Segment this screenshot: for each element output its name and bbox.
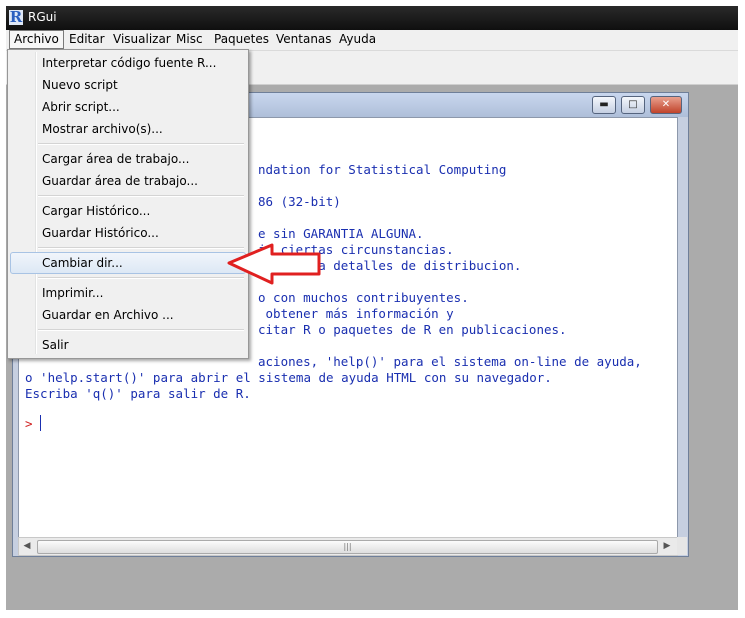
- arrow-shape: [227, 243, 321, 285]
- console-line: o 'help.start()' para abrir el sistema d…: [25, 370, 552, 385]
- menu-item-guardar-area[interactable]: Guardar área de trabajo...: [10, 170, 246, 192]
- menu-paquetes[interactable]: Paquetes: [210, 31, 273, 48]
- menu-ayuda[interactable]: Ayuda: [335, 31, 380, 48]
- menu-separator: [38, 329, 244, 331]
- menu-item-mostrar-archivos[interactable]: Mostrar archivo(s)...: [10, 118, 246, 140]
- console-line: obtener más información y: [258, 306, 454, 321]
- menu-item-abrir-script[interactable]: Abrir script...: [10, 96, 246, 118]
- close-icon[interactable]: ✕: [650, 96, 682, 114]
- menu-misc[interactable]: Misc: [172, 31, 207, 48]
- r-logo-icon: R: [9, 8, 23, 26]
- console-prompt: >: [25, 416, 33, 431]
- maximize-icon[interactable]: □: [621, 96, 645, 114]
- menu-item-cambiar-dir[interactable]: Cambiar dir...: [10, 252, 246, 274]
- window-title: RGui: [28, 10, 57, 24]
- menu-item-cargar-historico[interactable]: Cargar Histórico...: [10, 200, 246, 222]
- console-line: ndation for Statistical Computing: [258, 162, 507, 177]
- menu-item-cargar-area[interactable]: Cargar área de trabajo...: [10, 148, 246, 170]
- menu-item-salir[interactable]: Salir: [10, 334, 246, 356]
- console-line: citar R o paquetes de R en publicaciones…: [258, 322, 567, 337]
- menu-visualizar[interactable]: Visualizar: [109, 31, 175, 48]
- menu-item-nuevo-script[interactable]: Nuevo script: [10, 74, 246, 96]
- console-line: e sin GARANTIA ALGUNA.: [258, 226, 424, 241]
- scroll-right-icon[interactable]: ▶: [659, 538, 675, 555]
- red-arrow-annotation: [227, 243, 321, 285]
- menu-ventanas[interactable]: Ventanas: [272, 31, 336, 48]
- console-line: Escriba 'q()' para salir de R.: [25, 386, 251, 401]
- menu-item-guardar-historico[interactable]: Guardar Histórico...: [10, 222, 246, 244]
- menu-item-imprimir[interactable]: Imprimir...: [10, 282, 246, 304]
- minimize-icon[interactable]: ▬: [592, 96, 616, 114]
- menu-separator: [38, 247, 244, 249]
- resize-grip[interactable]: [677, 537, 687, 555]
- menu-bar: Archivo Editar Visualizar Misc Paquetes …: [6, 30, 738, 51]
- scroll-left-icon[interactable]: ◀: [19, 538, 35, 555]
- scrollbar-thumb[interactable]: |||: [37, 540, 658, 554]
- archivo-dropdown-menu: Interpretar código fuente R... Nuevo scr…: [7, 49, 249, 359]
- title-bar[interactable]: R RGui: [6, 6, 738, 30]
- menu-separator: [38, 277, 244, 279]
- console-line: 86 (32-bit): [258, 194, 341, 209]
- menu-separator: [38, 195, 244, 197]
- menu-item-guardar-en-archivo[interactable]: Guardar en Archivo ...: [10, 304, 246, 326]
- menu-item-interpretar-codigo[interactable]: Interpretar código fuente R...: [10, 52, 246, 74]
- horizontal-scrollbar[interactable]: ◀ ||| ▶: [18, 537, 678, 556]
- menu-editar[interactable]: Editar: [65, 31, 109, 48]
- text-cursor: [40, 415, 41, 431]
- menu-separator: [38, 143, 244, 145]
- console-line: aciones, 'help()' para el sistema on-lin…: [258, 354, 642, 369]
- menu-archivo[interactable]: Archivo: [9, 30, 64, 49]
- console-line: o con muchos contribuyentes.: [258, 290, 469, 305]
